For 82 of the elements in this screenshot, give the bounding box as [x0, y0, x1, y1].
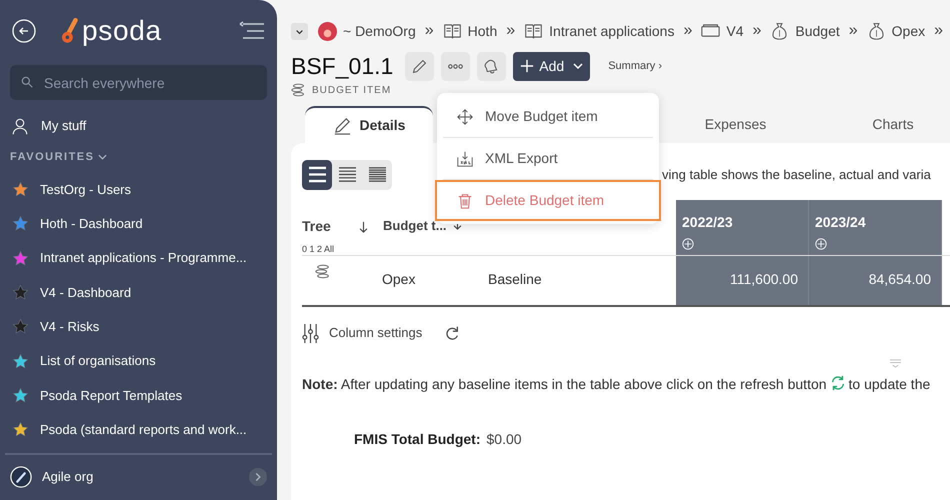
bell-icon [483, 58, 500, 74]
pencil-icon [411, 58, 428, 74]
breadcrumb-link[interactable]: Intranet applications [549, 20, 674, 42]
back-icon[interactable] [12, 19, 36, 43]
tab[interactable]: Details [305, 106, 433, 143]
item-type-label: BUDGET ITEM [312, 84, 392, 98]
favourite-link[interactable]: Intranet applications - Programme... [40, 248, 247, 268]
year-label: 2022/23 [682, 213, 734, 232]
lines-icon [338, 166, 356, 183]
chevron-down-icon[interactable] [98, 154, 108, 160]
book-icon [442, 22, 462, 40]
breadcrumb-separator: » [683, 21, 692, 41]
table-cell: 111,600.00 [676, 256, 809, 305]
sort-arrow-icon[interactable] [358, 220, 368, 232]
favourite-link[interactable]: Psoda Report Templates [40, 386, 182, 406]
dropdown-toggle-icon[interactable] [291, 22, 308, 40]
edit-button[interactable] [405, 52, 434, 80]
ellipsis-icon [447, 62, 464, 70]
breadcrumb-separator: » [848, 21, 858, 41]
refresh-icon[interactable] [444, 325, 460, 341]
org-avatar-icon [318, 22, 337, 40]
more-options-button[interactable] [441, 52, 470, 80]
sliders-icon [302, 322, 319, 344]
add-button[interactable]: Add [513, 52, 590, 80]
expand-icon[interactable] [249, 468, 267, 486]
tab[interactable]: Charts [838, 106, 948, 143]
logo-icon [62, 17, 80, 45]
collapse-menu-icon[interactable] [239, 21, 265, 41]
favourite-link[interactable]: V4 - Dashboard [40, 282, 132, 302]
field-label: FMIS Total Budget: [354, 430, 480, 449]
money-bag-icon [866, 22, 886, 40]
description-text: ving table shows the baseline, actual and varia [662, 166, 931, 184]
table-cell-text: Opex [382, 270, 416, 289]
favourite-link[interactable]: TestOrg - Users [40, 180, 132, 200]
table-cell: 84,654.00 [809, 256, 942, 305]
breadcrumb-link[interactable]: Hoth [468, 20, 498, 42]
caret-icon [573, 63, 584, 69]
table-cell-text: Baseline [488, 270, 543, 289]
breadcrumb-separator: » [506, 21, 516, 41]
note-text: to update the [848, 375, 930, 394]
user-icon [11, 116, 29, 136]
column-header[interactable]: Tree [302, 216, 331, 237]
summary-link[interactable]: Summary › [608, 58, 662, 74]
breadcrumb-link[interactable]: ~ DemoOrg [343, 20, 416, 42]
favourite-link[interactable]: Hoth - Dashboard [40, 214, 143, 234]
favourite-link[interactable]: Psoda (standard reports and work... [40, 420, 247, 440]
plus-icon [520, 59, 534, 73]
org-logo-icon [10, 466, 32, 488]
money-bag-icon [770, 22, 790, 40]
note-text: Note: After updating any baseline items in the table above click on the refresh button [302, 375, 827, 394]
column-settings-button[interactable]: Column settings [302, 322, 422, 344]
tree-level-links[interactable]: 0 1 2 All [302, 243, 380, 256]
field-value: $0.00 [486, 430, 522, 449]
breadcrumb-link[interactable]: Budget [795, 20, 840, 42]
breadcrumb-separator: » [934, 21, 944, 41]
row-density-button[interactable] [302, 160, 332, 190]
move-icon [457, 108, 473, 124]
org-name[interactable]: Agile org [42, 467, 94, 487]
year-label: 2023/24 [815, 213, 867, 232]
export-icon [457, 150, 473, 166]
favourite-link[interactable]: List of organisations [40, 351, 156, 371]
breadcrumb-link[interactable]: Opex [892, 20, 926, 42]
trash-icon [457, 192, 473, 208]
coins-icon [291, 83, 306, 97]
notification-button[interactable] [477, 52, 506, 80]
favourite-link[interactable]: V4 - Risks [40, 317, 100, 337]
page-title: BSF_01.1 [291, 52, 394, 81]
my-stuff-link[interactable]: My stuff [41, 116, 86, 136]
lines-icon [368, 166, 386, 183]
pencil-icon [332, 116, 352, 135]
book-icon [524, 22, 544, 40]
expand-circle-icon[interactable] [815, 238, 827, 250]
breadcrumb-separator: » [752, 21, 762, 41]
expand-circle-icon[interactable] [682, 238, 694, 250]
coins-icon [315, 264, 331, 279]
search-field[interactable]: Search everywhere [10, 65, 267, 100]
breadcrumb-link[interactable]: V4 [726, 20, 744, 42]
lines-icon [308, 166, 326, 183]
refresh-icon [830, 374, 846, 390]
favourites-heading[interactable]: FAVOURITES [10, 149, 94, 166]
brand-logo-text: psoda [82, 17, 162, 45]
breadcrumb-separator: » [424, 21, 434, 41]
